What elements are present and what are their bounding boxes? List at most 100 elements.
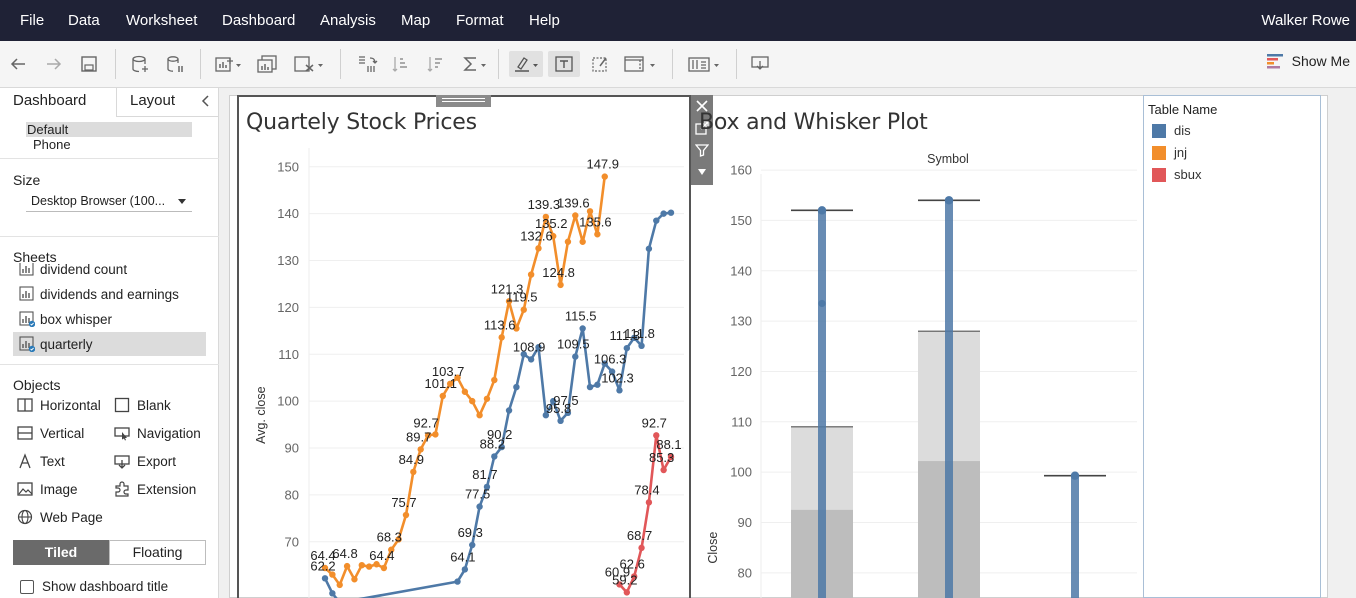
- data-point-jnj: [439, 392, 446, 400]
- data-point-jnj: [476, 411, 483, 419]
- totals-icon[interactable]: [458, 51, 490, 77]
- tiled-button[interactable]: Tiled: [13, 540, 109, 565]
- data-point-jnj: [336, 581, 343, 589]
- object-web-page[interactable]: Web Page: [17, 509, 103, 525]
- duplicate-sheet-icon[interactable]: [254, 51, 282, 77]
- object-blank[interactable]: Blank: [114, 397, 171, 413]
- tab-dashboard[interactable]: Dashboard: [13, 92, 86, 109]
- sheet-item[interactable]: quarterly: [13, 332, 206, 356]
- data-label: 92.7: [413, 415, 438, 430]
- size-value: Desktop Browser (100...: [31, 194, 166, 208]
- outlier-point-dis: [818, 299, 826, 308]
- data-label: 62.2: [310, 558, 335, 573]
- data-label: 119.5: [506, 290, 538, 305]
- data-label: 84.9: [399, 452, 424, 467]
- floating-button[interactable]: Floating: [109, 540, 206, 565]
- pause-updates-icon[interactable]: [163, 51, 187, 77]
- show-me-label: Show Me: [1291, 53, 1350, 69]
- data-label: 68.3: [377, 530, 402, 545]
- show-mark-labels-icon[interactable]: [548, 51, 580, 77]
- presentation-icon[interactable]: [746, 51, 774, 77]
- legend-swatch: [1152, 167, 1166, 182]
- data-point-jnj: [410, 468, 417, 476]
- back-arrow-icon[interactable]: [6, 51, 30, 77]
- toolbar-divider: [340, 49, 341, 79]
- box-chart-title: Box and Whisker Plot: [699, 110, 928, 135]
- menu-dashboard[interactable]: Dashboard: [222, 12, 295, 29]
- object-navigation[interactable]: Navigation: [114, 425, 201, 441]
- data-point-jnj: [432, 431, 439, 438]
- show-cards-icon[interactable]: [684, 51, 724, 77]
- user-name[interactable]: Walker Rowe: [1261, 12, 1350, 29]
- object-image[interactable]: Image: [17, 481, 78, 497]
- swap-rows-columns-icon[interactable]: [353, 51, 381, 77]
- save-icon[interactable]: [77, 51, 101, 77]
- legend-item[interactable]: jnj: [1152, 145, 1187, 160]
- menu-analysis[interactable]: Analysis: [320, 12, 376, 29]
- device-default[interactable]: Default: [26, 122, 192, 137]
- device-phone[interactable]: Phone: [33, 137, 71, 152]
- data-point-sbux: [660, 466, 667, 474]
- object-text[interactable]: Text: [17, 453, 65, 469]
- sheet-item[interactable]: dividend count: [13, 263, 206, 281]
- fit-icon[interactable]: [620, 51, 660, 77]
- show-me-button[interactable]: Show Me: [1266, 53, 1350, 69]
- sheet-item[interactable]: dividends and earnings: [13, 282, 206, 306]
- toolbar-divider: [672, 49, 673, 79]
- y-tick-label: 150: [730, 213, 752, 228]
- data-point-jnj: [594, 231, 601, 238]
- menu-map[interactable]: Map: [401, 12, 430, 29]
- data-point-jnj: [491, 376, 498, 384]
- forward-arrow-icon[interactable]: [42, 51, 66, 77]
- color-legend[interactable]: Table Name dis jnj sbux: [1143, 95, 1321, 598]
- object-vertical[interactable]: Vertical: [17, 425, 84, 441]
- new-data-source-icon[interactable]: [128, 51, 152, 77]
- y-tick-label: 160: [730, 163, 752, 178]
- chevron-left-icon[interactable]: [201, 95, 211, 107]
- menu-file[interactable]: File: [20, 12, 44, 29]
- show-dashboard-title-row[interactable]: Show dashboard title: [20, 579, 168, 594]
- y-tick-label: 90: [738, 515, 752, 530]
- legend-item[interactable]: dis: [1152, 123, 1191, 138]
- sheet-item[interactable]: box whisper: [13, 307, 206, 331]
- object-label: Extension: [137, 481, 197, 497]
- object-horizontal[interactable]: Horizontal: [17, 397, 101, 413]
- show-title-checkbox[interactable]: [20, 579, 34, 594]
- menu-help[interactable]: Help: [529, 12, 560, 29]
- section-divider: [0, 158, 219, 159]
- show-title-label: Show dashboard title: [42, 579, 169, 594]
- data-point-jnj: [461, 388, 469, 395]
- data-point-jnj: [564, 238, 572, 245]
- object-extension[interactable]: Extension: [114, 481, 196, 497]
- size-dropdown[interactable]: Desktop Browser (100...: [26, 192, 192, 212]
- format-workbook-icon[interactable]: [587, 51, 613, 77]
- object-export[interactable]: Export: [114, 453, 176, 469]
- highlight-icon[interactable]: [509, 51, 543, 77]
- data-point-dis: [329, 590, 336, 597]
- data-label: 77.5: [465, 487, 490, 502]
- drag-handle[interactable]: [436, 95, 491, 107]
- clear-sheet-icon[interactable]: [291, 51, 327, 77]
- legend-label: jnj: [1174, 145, 1188, 160]
- menu-format[interactable]: Format: [456, 12, 504, 29]
- object-label: Export: [137, 453, 177, 469]
- dashboard-pane: Dashboard Layout Default Phone Size Desk…: [0, 88, 219, 598]
- data-label: 89.7: [406, 429, 431, 444]
- legend-item[interactable]: sbux: [1152, 167, 1201, 182]
- new-worksheet-icon[interactable]: [212, 51, 244, 77]
- data-label: 97.5: [553, 393, 578, 408]
- data-point-jnj: [527, 271, 535, 278]
- menu-bar: File Data Worksheet Dashboard Analysis M…: [0, 0, 1356, 41]
- tab-layout[interactable]: Layout: [130, 92, 175, 109]
- menu-data[interactable]: Data: [68, 12, 100, 29]
- image-icon: [17, 482, 33, 496]
- worksheet-icon: [19, 311, 35, 327]
- y-tick-label: 120: [277, 300, 299, 315]
- data-label: 139.3: [528, 197, 561, 212]
- sort-ascending-icon[interactable]: [388, 51, 414, 77]
- y-tick-label: 150: [277, 159, 299, 174]
- worksheet-icon: [19, 286, 34, 301]
- sort-descending-icon[interactable]: [423, 51, 449, 77]
- legend-label: sbux: [1174, 167, 1202, 182]
- menu-worksheet[interactable]: Worksheet: [126, 12, 197, 29]
